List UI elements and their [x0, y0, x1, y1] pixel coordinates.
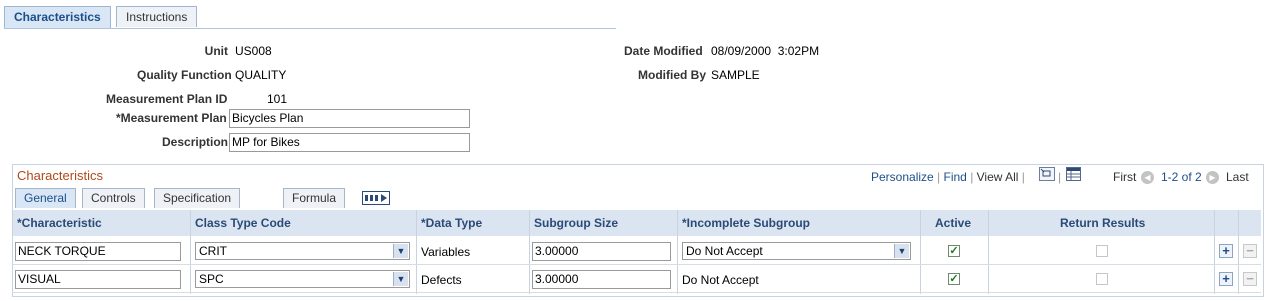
add-row-icon[interactable]: + — [1219, 244, 1233, 258]
subtab-formula[interactable]: Formula — [283, 188, 346, 208]
grid-header-row: *Characteristic Class Type Code *Data Ty… — [13, 210, 1261, 236]
active-checkbox[interactable]: ✓ — [948, 273, 960, 285]
incomplete-subgroup-value: Do Not Accept — [686, 244, 763, 258]
show-all-columns-icon[interactable] — [362, 191, 390, 205]
date-modified-value: 08/09/2000 3:02PM — [711, 44, 820, 58]
incomplete-subgroup-select[interactable]: Do Not Accept ▼ — [682, 242, 911, 260]
col-characteristic[interactable]: *Characteristic — [17, 210, 102, 236]
subtab-controls[interactable]: Controls — [82, 188, 145, 208]
last-label[interactable]: Last — [1226, 170, 1249, 184]
return-results-checkbox[interactable] — [1096, 245, 1108, 257]
col-data-type[interactable]: *Data Type — [421, 210, 482, 236]
grid-title: Characteristics — [17, 168, 103, 183]
next-arrow-icon[interactable]: ▶ — [1206, 167, 1219, 184]
grid-nav: Personalize | Find | View All | — [871, 170, 1025, 184]
prev-arrow-glyph: ◀ — [1141, 171, 1154, 184]
col-active[interactable]: Active — [935, 210, 971, 236]
characteristic-input[interactable]: VISUAL — [15, 270, 181, 289]
col-incomplete-subgroup[interactable]: *Incomplete Subgroup — [682, 210, 810, 236]
measurement-plan-id-label: Measurement Plan ID — [106, 92, 228, 106]
active-checkbox[interactable]: ✓ — [948, 245, 960, 257]
row-range: 1-2 of 2 — [1161, 170, 1202, 184]
measurement-plan-input[interactable]: Bicycles Plan — [229, 109, 470, 128]
first-label[interactable]: First — [1113, 170, 1136, 184]
modified-by-label: Modified By — [638, 68, 706, 82]
unit-value: US008 — [235, 44, 272, 58]
col-class-type-code[interactable]: Class Type Code — [195, 210, 291, 236]
description-input[interactable]: MP for Bikes — [229, 133, 470, 152]
tab-instructions[interactable]: Instructions — [116, 6, 198, 27]
characteristic-input[interactable]: NECK TORQUE — [15, 242, 181, 261]
nav-separator: | — [1058, 170, 1062, 184]
view-all-link[interactable]: View All — [977, 170, 1019, 184]
subtab-specification-limits[interactable]: Specification Limits — [154, 188, 241, 224]
page-tabs: Characteristics Instructions — [4, 6, 616, 29]
date-modified-label: Date Modified — [624, 44, 703, 58]
quality-function-value: QUALITY — [235, 68, 287, 82]
col-return-results[interactable]: Return Results — [1060, 210, 1145, 236]
find-link[interactable]: Find — [944, 170, 967, 184]
nav-separator: | — [1021, 170, 1025, 184]
chevron-down-icon: ▼ — [393, 272, 408, 286]
chevron-down-icon: ▼ — [393, 244, 408, 258]
personalize-link[interactable]: Personalize — [871, 170, 934, 184]
subgroup-size-input[interactable]: 3.00000 — [532, 270, 671, 289]
class-type-select[interactable]: SPC ▼ — [195, 270, 410, 288]
subgroup-size-input[interactable]: 3.00000 — [532, 242, 671, 261]
spreadsheet-icon-glyph — [1067, 168, 1080, 180]
col-subgroup-size[interactable]: Subgroup Size — [534, 210, 618, 236]
zoom-icon-glyph — [1040, 168, 1051, 177]
description-label: Description — [162, 135, 229, 149]
next-arrow-glyph: ▶ — [1206, 171, 1219, 184]
incomplete-subgroup-value: Do Not Accept — [682, 273, 759, 287]
chevron-down-icon: ▼ — [894, 244, 909, 258]
spreadsheet-icon[interactable] — [1066, 167, 1081, 181]
delete-row-icon[interactable]: − — [1243, 272, 1257, 286]
unit-label: Unit — [204, 44, 228, 58]
measurement-plan-label: *Measurement Plan — [116, 111, 227, 125]
prev-arrow-icon[interactable]: ◀ — [1141, 167, 1154, 184]
delete-row-icon[interactable]: − — [1243, 244, 1257, 258]
modified-by-value: SAMPLE — [711, 68, 760, 82]
zoom-icon[interactable] — [1039, 167, 1055, 181]
data-type-value: Defects — [421, 273, 462, 287]
class-type-value: SPC — [199, 272, 224, 286]
measurement-plan-id-value: 101 — [267, 92, 288, 106]
show-all-columns-glyph — [365, 194, 387, 202]
data-type-value: Variables — [421, 245, 471, 259]
tab-characteristics[interactable]: Characteristics — [4, 6, 111, 28]
add-row-icon[interactable]: + — [1219, 272, 1233, 286]
return-results-checkbox[interactable] — [1096, 273, 1108, 285]
class-type-value: CRIT — [199, 244, 227, 258]
subtab-general[interactable]: General — [15, 188, 76, 208]
class-type-select[interactable]: CRIT ▼ — [195, 242, 410, 260]
